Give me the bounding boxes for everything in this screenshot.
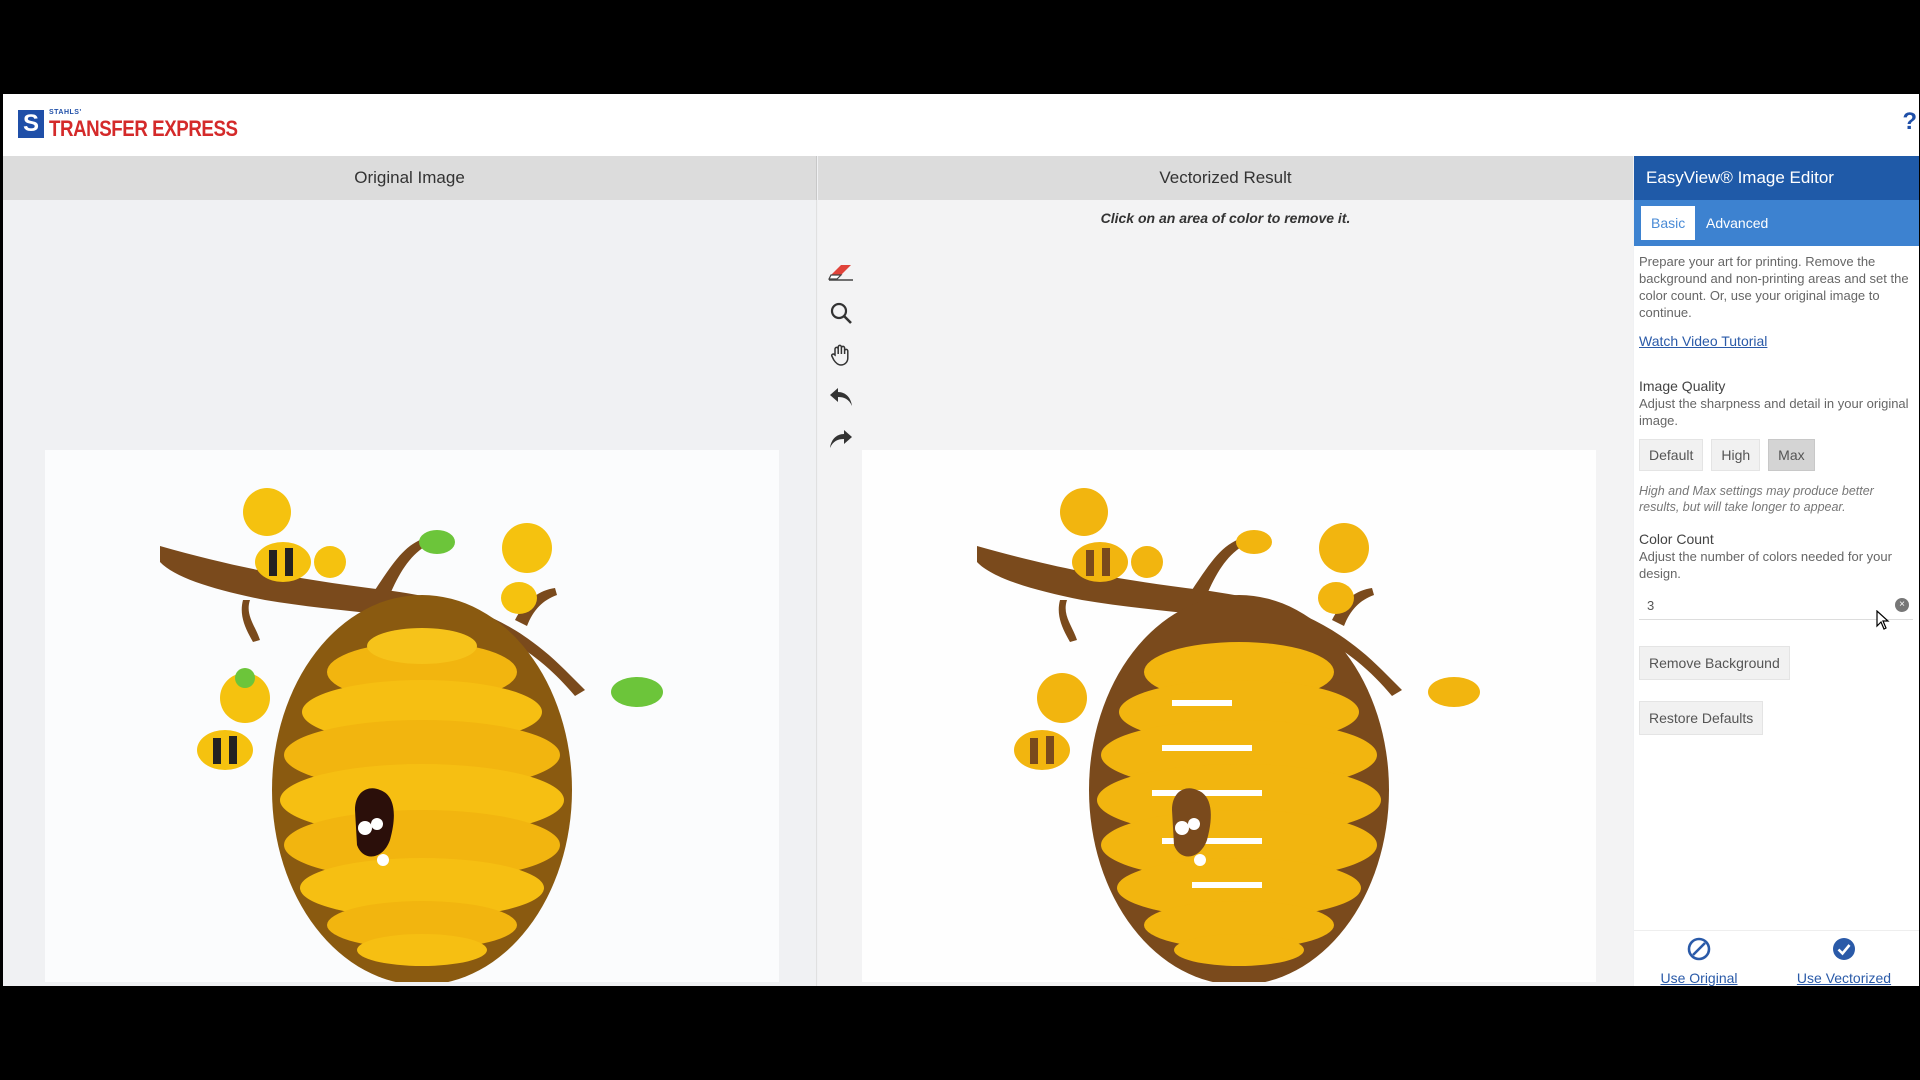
vectorized-result-header: Vectorized Result: [818, 156, 1633, 200]
top-header: S STAHLS' TRANSFER EXPRESS ?: [3, 94, 1919, 156]
image-editor-sidebar: EasyView® Image Editor Basic Advanced Pr…: [1634, 156, 1919, 986]
image-quality-description: Adjust the sharpness and detail in your …: [1639, 396, 1909, 428]
redo-icon[interactable]: [821, 418, 861, 460]
editor-tabs: Basic Advanced: [1634, 200, 1919, 246]
editor-intro-text: Prepare your art for printing. Remove th…: [1639, 254, 1909, 320]
watch-video-tutorial-link[interactable]: Watch Video Tutorial: [1639, 333, 1767, 350]
quality-note: High and Max settings may produce better…: [1639, 484, 1874, 514]
quality-max-button[interactable]: Max: [1768, 439, 1815, 471]
tab-basic[interactable]: Basic: [1641, 206, 1696, 240]
vectorized-result-pane: Click on an area of color to remove it.: [818, 200, 1633, 986]
original-image-header: Original Image: [3, 156, 817, 200]
use-original-button[interactable]: Use Original: [1634, 937, 1764, 986]
vectorized-image-canvas[interactable]: [862, 450, 1596, 985]
hand-icon[interactable]: [821, 334, 861, 376]
undo-icon[interactable]: [821, 376, 861, 418]
original-image-pane: [3, 200, 817, 986]
logo-main-text: TRANSFER EXPRESS: [49, 116, 238, 141]
restore-defaults-button[interactable]: Restore Defaults: [1639, 701, 1764, 735]
use-vectorized-button[interactable]: Use Vectorized: [1779, 937, 1909, 986]
quality-default-button[interactable]: Default: [1639, 439, 1704, 471]
beehive-vectorized-artwork: [977, 488, 1480, 985]
transfer-express-logo[interactable]: S STAHLS' TRANSFER EXPRESS: [18, 108, 238, 142]
color-count-description: Adjust the number of colors needed for y…: [1639, 549, 1892, 581]
mouse-cursor-icon: [1876, 609, 1890, 635]
original-image-canvas: [45, 450, 779, 985]
check-circle-icon: [1833, 938, 1855, 960]
color-count-input[interactable]: [1639, 592, 1913, 618]
editing-toolbar: [821, 250, 861, 460]
use-vectorized-label: Use Vectorized: [1796, 970, 1892, 986]
use-original-label: Use Original: [1660, 970, 1738, 986]
editor-title: EasyView® Image Editor: [1634, 156, 1919, 200]
eraser-icon[interactable]: [821, 250, 861, 292]
help-icon[interactable]: ?: [1902, 108, 1917, 136]
remove-color-instruction: Click on an area of color to remove it.: [1100, 210, 1351, 226]
beehive-original-artwork: [160, 488, 663, 985]
logo-mark: S: [18, 110, 44, 138]
color-count-field: ×: [1639, 592, 1913, 620]
editor-body: Prepare your art for printing. Remove th…: [1634, 246, 1919, 735]
logo-small-text: STAHLS': [49, 109, 82, 116]
editor-footer-actions: Use Original Use Vectorized: [1634, 930, 1919, 986]
ban-icon: [1687, 937, 1711, 961]
search-icon[interactable]: [821, 292, 861, 334]
image-editor-app: S STAHLS' TRANSFER EXPRESS ? Original Im…: [3, 94, 1919, 986]
color-count-title: Color Count: [1639, 531, 1714, 547]
image-quality-options: Default High Max: [1639, 439, 1913, 471]
quality-high-button[interactable]: High: [1711, 439, 1761, 471]
image-quality-title: Image Quality: [1639, 378, 1726, 394]
clear-icon[interactable]: ×: [1895, 598, 1909, 612]
tab-advanced[interactable]: Advanced: [1696, 206, 1778, 240]
remove-background-button[interactable]: Remove Background: [1639, 646, 1790, 680]
